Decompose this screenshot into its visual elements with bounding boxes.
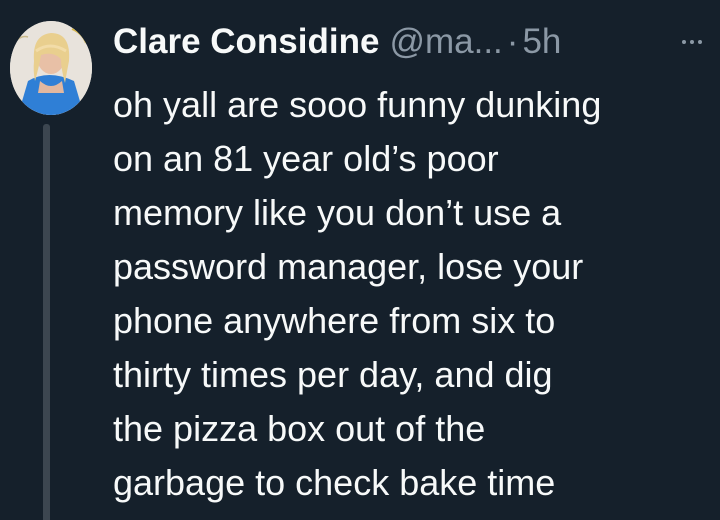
author-name[interactable]: Clare Considine [113, 20, 379, 64]
tweet-text-line: password manager, lose your [113, 246, 584, 287]
tweet-text: oh yall are sooo funny dunking on an 81 … [113, 78, 713, 510]
more-horizontal-icon [682, 40, 702, 44]
tweet-text-line: memory like you don’t use a [113, 192, 562, 233]
more-options-button[interactable] [676, 30, 708, 54]
tweet-text-line: garbage to check bake time [113, 462, 556, 503]
author-handle[interactable]: @ma... [389, 20, 502, 64]
tweet-text-line: thirty times per day, and dig [113, 354, 553, 395]
avatar[interactable] [10, 21, 92, 115]
tweet[interactable]: Clare Considine @ma... · 5h oh yall are … [0, 0, 720, 520]
tweet-text-line: oh yall are sooo funny dunking [113, 84, 602, 125]
profile-avatar-image [10, 21, 92, 115]
separator-dot: · [506, 22, 519, 61]
timestamp[interactable]: 5h [522, 20, 561, 64]
tweet-header: Clare Considine @ma... · 5h [113, 20, 561, 64]
tweet-text-line: the pizza box out of the [113, 408, 486, 449]
tweet-text-line: phone anywhere from six to [113, 300, 556, 341]
tweet-text-line: on an 81 year old’s poor [113, 138, 499, 179]
thread-line [43, 124, 50, 520]
